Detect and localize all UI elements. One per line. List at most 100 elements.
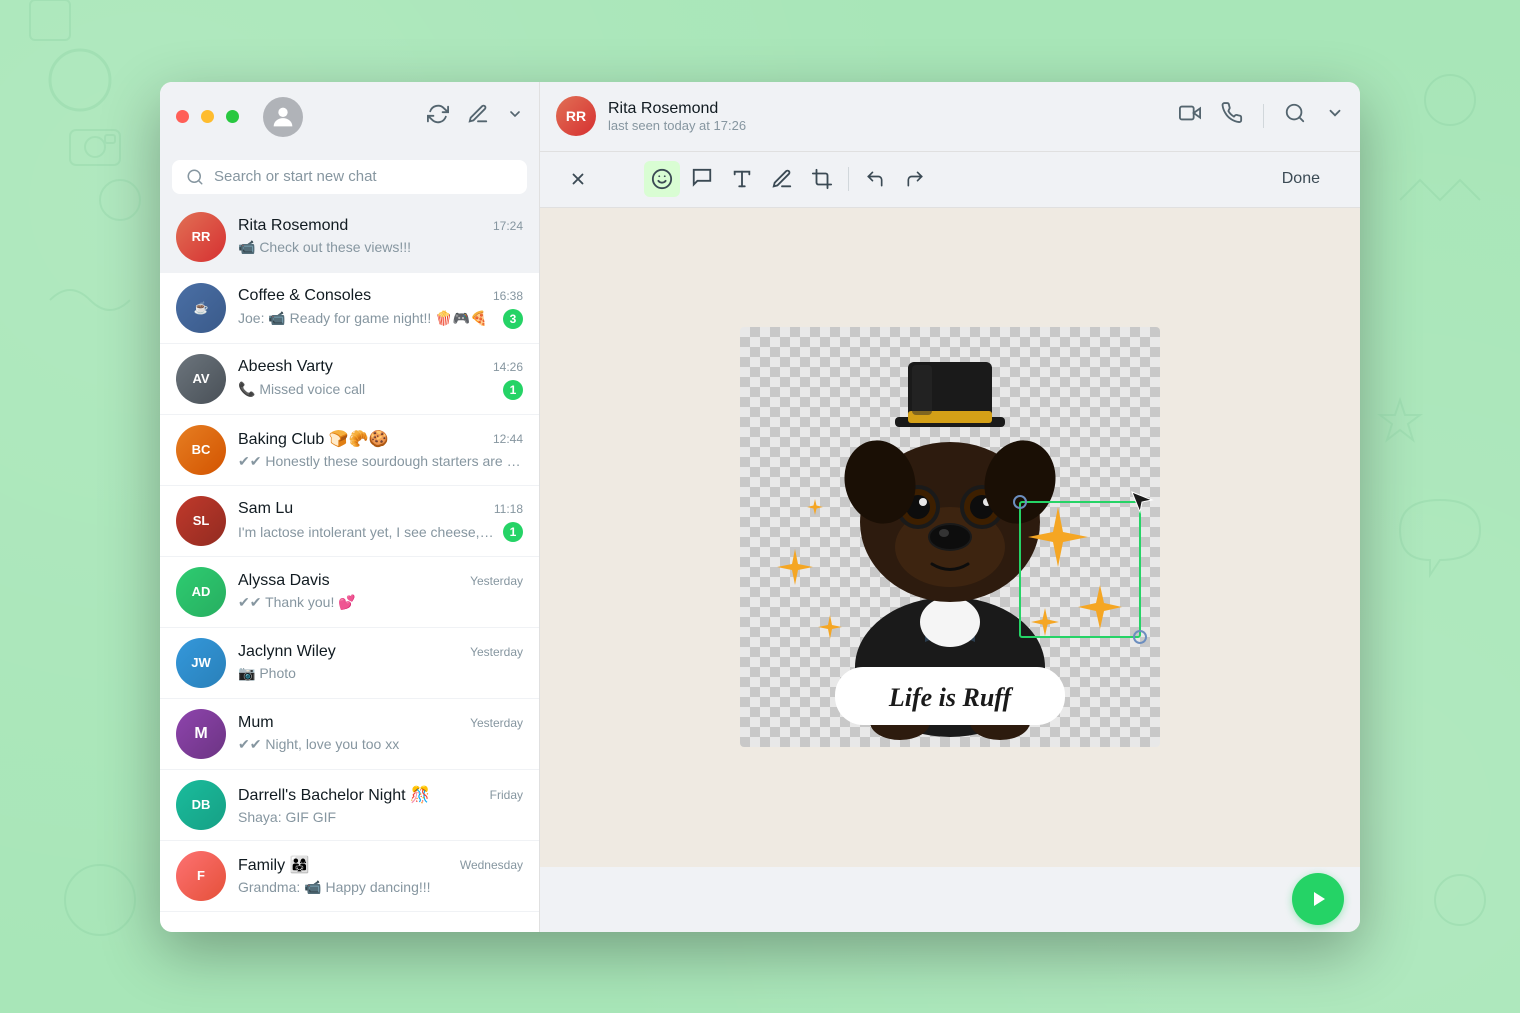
compose-icon[interactable] (467, 103, 489, 131)
chat-time: Yesterday (470, 574, 523, 588)
chat-preview: ✔✔ Thank you! 💕 (238, 594, 523, 611)
chat-info: Jaclynn Wiley Yesterday 📷 Photo (238, 643, 523, 682)
chat-time: Yesterday (470, 716, 523, 730)
chat-info: Family 👨‍👩‍👧 Wednesday Grandma: 📹 Happy … (238, 855, 523, 896)
chat-item-coffee-consoles[interactable]: ☕ Coffee & Consoles 16:38 Joe: 📹 Ready f… (160, 273, 539, 344)
unread-badge: 1 (503, 522, 523, 542)
chat-info: Coffee & Consoles 16:38 Joe: 📹 Ready for… (238, 287, 523, 329)
search-messages-icon[interactable] (1284, 102, 1306, 130)
chat-preview: 📹 Check out these views!!! (238, 239, 523, 256)
chat-time: Friday (490, 788, 523, 802)
text-tool-button[interactable] (724, 161, 760, 197)
search-bar (160, 152, 539, 202)
video-call-icon[interactable] (1179, 102, 1201, 130)
chat-preview: Joe: 📹 Ready for game night!! 🍿🎮🍕 (238, 310, 495, 327)
chat-info: Sam Lu 11:18 I'm lactose intolerant yet,… (238, 500, 523, 542)
window-minimize-button[interactable] (201, 110, 214, 123)
voice-call-icon[interactable] (1221, 102, 1243, 130)
redo-button[interactable] (897, 161, 933, 197)
chat-input-area (540, 867, 1360, 932)
header-divider (1263, 104, 1264, 128)
dropdown-icon[interactable] (507, 105, 523, 128)
chat-info: Baking Club 🍞🥐🍪 12:44 ✔✔ Honestly these … (238, 429, 523, 470)
chat-item-jaclynn-wiley[interactable]: JW Jaclynn Wiley Yesterday 📷 Photo (160, 628, 539, 699)
chat-time: 17:24 (493, 219, 523, 233)
avatar: RR (176, 212, 226, 262)
chat-name: Family 👨‍👩‍👧 (238, 855, 309, 875)
chat-info: Abeesh Varty 14:26 📞 Missed voice call 1 (238, 358, 523, 400)
avatar: SL (176, 496, 226, 546)
chat-name: Jaclynn Wiley (238, 643, 336, 661)
editor-close-button[interactable] (560, 161, 596, 197)
chat-time: Yesterday (470, 645, 523, 659)
editor-toolbar-left (560, 161, 933, 197)
avatar: JW (176, 638, 226, 688)
avatar: ☕ (176, 283, 226, 333)
chat-time: 14:26 (493, 360, 523, 374)
chat-info: Rita Rosemond 17:24 📹 Check out these vi… (238, 217, 523, 256)
chat-time: 11:18 (494, 502, 523, 516)
chat-list: RR Rita Rosemond 17:24 📹 Check out these… (160, 202, 539, 932)
chat-preview: ✔✔ Honestly these sourdough starters are… (238, 453, 523, 470)
send-button[interactable] (1292, 873, 1344, 925)
emoji-tool-button[interactable] (644, 161, 680, 197)
chat-time: Wednesday (460, 858, 523, 872)
search-input[interactable] (214, 168, 513, 185)
chat-name: Coffee & Consoles (238, 287, 371, 305)
contact-name: Rita Rosemond (608, 100, 1167, 118)
chat-time: 16:38 (493, 289, 523, 303)
sidebar: RR Rita Rosemond 17:24 📹 Check out these… (160, 82, 540, 932)
avatar: M (176, 709, 226, 759)
chat-name: Rita Rosemond (238, 217, 348, 235)
sticker-tool-button[interactable] (684, 161, 720, 197)
app-window: RR Rita Rosemond 17:24 📹 Check out these… (160, 82, 1360, 932)
toolbar-separator (848, 167, 849, 191)
chat-name: Abeesh Varty (238, 358, 333, 376)
chat-info: Mum Yesterday ✔✔ Night, love you too xx (238, 714, 523, 753)
editor-toolbar: Done (540, 152, 1360, 208)
chat-content: Life is Ruff (540, 208, 1360, 867)
search-input-wrapper[interactable] (172, 160, 527, 194)
chat-name: Sam Lu (238, 500, 293, 518)
chat-preview: Shaya: GIF GIF (238, 809, 523, 825)
chat-name: Alyssa Davis (238, 572, 330, 590)
chat-item-mum[interactable]: M Mum Yesterday ✔✔ Night, love you too x… (160, 699, 539, 770)
sidebar-header-icons (427, 103, 523, 131)
chat-item-family[interactable]: F Family 👨‍👩‍👧 Wednesday Grandma: 📹 Happ… (160, 841, 539, 912)
avatar: F (176, 851, 226, 901)
chat-menu-icon[interactable] (1326, 104, 1344, 128)
window-close-button[interactable] (176, 110, 189, 123)
contact-info[interactable]: Rita Rosemond last seen today at 17:26 (608, 100, 1167, 133)
unread-badge: 3 (503, 309, 523, 329)
avatar: AV (176, 354, 226, 404)
refresh-icon[interactable] (427, 103, 449, 131)
chat-item-baking-club[interactable]: BC Baking Club 🍞🥐🍪 12:44 ✔✔ Honestly the… (160, 415, 539, 486)
undo-button[interactable] (857, 161, 893, 197)
chat-name: Baking Club 🍞🥐🍪 (238, 429, 388, 449)
search-icon (186, 168, 204, 186)
chat-header-actions (1179, 102, 1344, 130)
chat-preview: 📞 Missed voice call (238, 381, 495, 398)
done-button[interactable]: Done (1262, 164, 1340, 194)
chat-preview: Grandma: 📹 Happy dancing!!! (238, 879, 523, 896)
avatar: DB (176, 780, 226, 830)
contact-avatar[interactable]: RR (556, 96, 596, 136)
user-avatar[interactable] (263, 97, 303, 137)
avatar: BC (176, 425, 226, 475)
unread-badge: 1 (503, 380, 523, 400)
chat-preview: 📷 Photo (238, 665, 523, 682)
sticker-canvas[interactable]: Life is Ruff (740, 327, 1160, 747)
avatar: AD (176, 567, 226, 617)
svg-text:Life is Ruff: Life is Ruff (888, 683, 1014, 712)
chat-item-alyssa-davis[interactable]: AD Alyssa Davis Yesterday ✔✔ Thank you! … (160, 557, 539, 628)
window-maximize-button[interactable] (226, 110, 239, 123)
draw-tool-button[interactable] (764, 161, 800, 197)
chat-item-abeesh-varty[interactable]: AV Abeesh Varty 14:26 📞 Missed voice cal… (160, 344, 539, 415)
chat-preview: ✔✔ Night, love you too xx (238, 736, 523, 753)
crop-tool-button[interactable] (804, 161, 840, 197)
chat-info: Darrell's Bachelor Night 🎊 Friday Shaya:… (238, 785, 523, 825)
chat-item-sam-lu[interactable]: SL Sam Lu 11:18 I'm lactose intolerant y… (160, 486, 539, 557)
chat-item-darrells-bachelor-night[interactable]: DB Darrell's Bachelor Night 🎊 Friday Sha… (160, 770, 539, 841)
chat-item-rita-rosemond[interactable]: RR Rita Rosemond 17:24 📹 Check out these… (160, 202, 539, 273)
chat-info: Alyssa Davis Yesterday ✔✔ Thank you! 💕 (238, 572, 523, 611)
